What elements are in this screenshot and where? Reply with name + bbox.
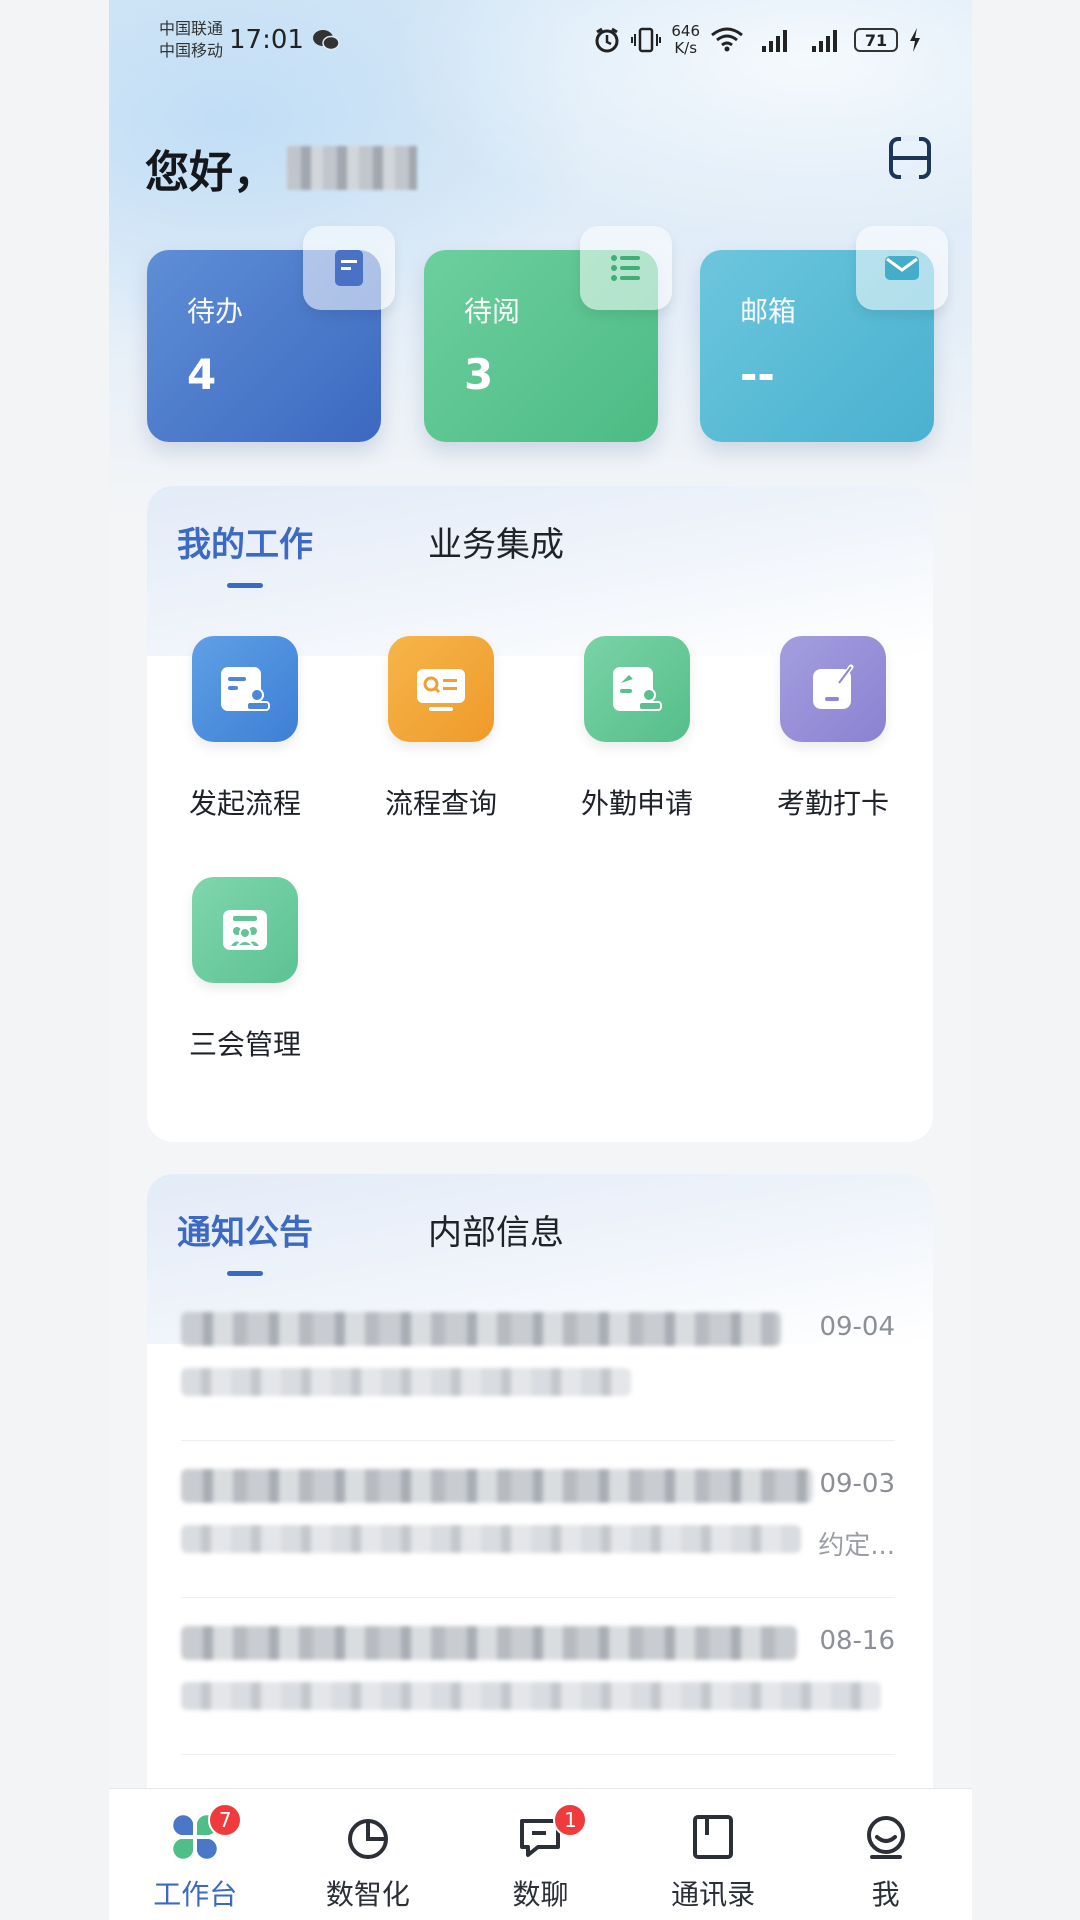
battery-indicator: 71 (854, 28, 898, 52)
wechat-icon (312, 30, 340, 51)
notice-list: 09-04 09-03 约定... 08-16 (147, 1284, 933, 1755)
nav-digital[interactable]: 数智化 (303, 1813, 433, 1920)
app-process-query[interactable]: 流程查询 (343, 636, 539, 822)
tab-announcements[interactable]: 通知公告 (177, 1205, 313, 1254)
nav-chat[interactable]: 1 数聊 (475, 1803, 605, 1920)
todo-count: 4 (187, 350, 217, 399)
wifi-icon (711, 27, 743, 52)
status-icons: 646 K/s 71 (593, 23, 922, 57)
app-grid: 发起流程 流程查询 外勤申请 考勤打卡 三会管理 (147, 596, 933, 1063)
mailbox-count: -- (740, 350, 775, 399)
toread-count: 3 (464, 350, 494, 399)
mailbox-card[interactable]: 邮箱 -- (700, 226, 948, 442)
notice-title-redacted (181, 1469, 813, 1503)
work-tabs: 我的工作 业务集成 (147, 486, 933, 596)
list-item[interactable]: 09-04 (181, 1284, 895, 1441)
user-name-redacted (287, 146, 417, 190)
notice-summary-redacted (181, 1682, 881, 1710)
toread-card[interactable]: 待阅 3 (424, 226, 672, 442)
vibrate-icon (631, 27, 662, 53)
notification-badge: 7 (208, 1803, 243, 1837)
list-item[interactable]: 09-03 约定... (181, 1441, 895, 1598)
app-start-process[interactable]: 发起流程 (147, 636, 343, 822)
smiley-face-icon (866, 1816, 905, 1859)
tab-my-work[interactable]: 我的工作 (177, 517, 313, 566)
list-item[interactable]: 08-16 (181, 1598, 895, 1755)
field-work-icon (584, 636, 690, 742)
app-label: 三会管理 (188, 1028, 301, 1061)
notice-summary-tail: 约定... (814, 1525, 895, 1562)
alarm-icon (595, 27, 619, 53)
carrier-info: 中国联通 中国移动 (159, 18, 223, 62)
toread-label: 待阅 (464, 295, 521, 328)
nav-label: 我 (871, 1878, 900, 1911)
greeting: 您好， (145, 136, 417, 200)
attendance-icon (780, 636, 886, 742)
nav-me[interactable]: 我 (821, 1813, 951, 1920)
status-bar: 中国联通 中国移动 17:01 646 K/s 71 (109, 0, 972, 80)
meeting-management-icon (192, 877, 298, 983)
notice-title-redacted (181, 1626, 797, 1660)
net-speed-value: 646 (671, 22, 700, 40)
notice-date: 09-03 (819, 1469, 895, 1499)
notice-tabs: 通知公告 内部信息 (147, 1174, 933, 1284)
notice-date: 08-16 (819, 1626, 895, 1656)
notice-title-redacted (181, 1312, 781, 1346)
notice-summary-redacted (181, 1368, 631, 1396)
app-label: 考勤打卡 (776, 787, 889, 820)
nav-label: 数智化 (325, 1878, 410, 1911)
tab-business-integration[interactable]: 业务集成 (428, 517, 564, 566)
nav-label: 通讯录 (671, 1878, 756, 1911)
my-work-panel: 我的工作 业务集成 发起流程 流程查询 外勤申请 考勤打卡 三会管理 (147, 486, 933, 1142)
bottom-nav: 7 工作台 数智化 1 数聊 通讯录 我 (109, 1788, 972, 1920)
nav-label: 工作台 (153, 1878, 238, 1911)
notice-date: 09-04 (819, 1312, 895, 1342)
carrier-1: 中国联通 (159, 19, 224, 38)
nav-workbench[interactable]: 7 工作台 (130, 1803, 260, 1920)
app-label: 流程查询 (384, 787, 497, 820)
todo-label: 待办 (187, 295, 244, 328)
app-attendance[interactable]: 考勤打卡 (735, 636, 931, 822)
contacts-book-icon (693, 1815, 734, 1859)
notification-badge: 1 (553, 1803, 588, 1837)
charging-icon (910, 28, 920, 52)
mailbox-label: 邮箱 (740, 295, 797, 328)
app-label: 外勤申请 (580, 787, 693, 820)
net-speed: 646 K/s (671, 23, 700, 57)
notice-summary-redacted (181, 1525, 801, 1553)
app-label: 发起流程 (188, 787, 301, 820)
net-speed-unit: K/s (674, 39, 698, 57)
status-time: 17:01 (229, 25, 304, 55)
app-field-work[interactable]: 外勤申请 (539, 636, 735, 822)
carrier-2: 中国移动 (159, 41, 224, 60)
scan-button[interactable] (887, 135, 933, 181)
greeting-text: 您好， (145, 147, 277, 198)
start-process-icon (192, 636, 298, 742)
signal-5g-icon (762, 30, 787, 52)
signal-4g-icon (812, 30, 837, 52)
process-query-icon (388, 636, 494, 742)
app-screen: 中国联通 中国移动 17:01 646 K/s 71 您好， 待办 4 待阅 3… (109, 0, 972, 1920)
tab-internal-info[interactable]: 内部信息 (428, 1205, 564, 1254)
app-meeting-management[interactable]: 三会管理 (147, 877, 343, 1063)
nav-label: 数聊 (512, 1878, 569, 1911)
nav-contacts[interactable]: 通讯录 (648, 1813, 778, 1920)
todo-card[interactable]: 待办 4 (147, 226, 395, 442)
pie-chart-icon (347, 1819, 388, 1859)
